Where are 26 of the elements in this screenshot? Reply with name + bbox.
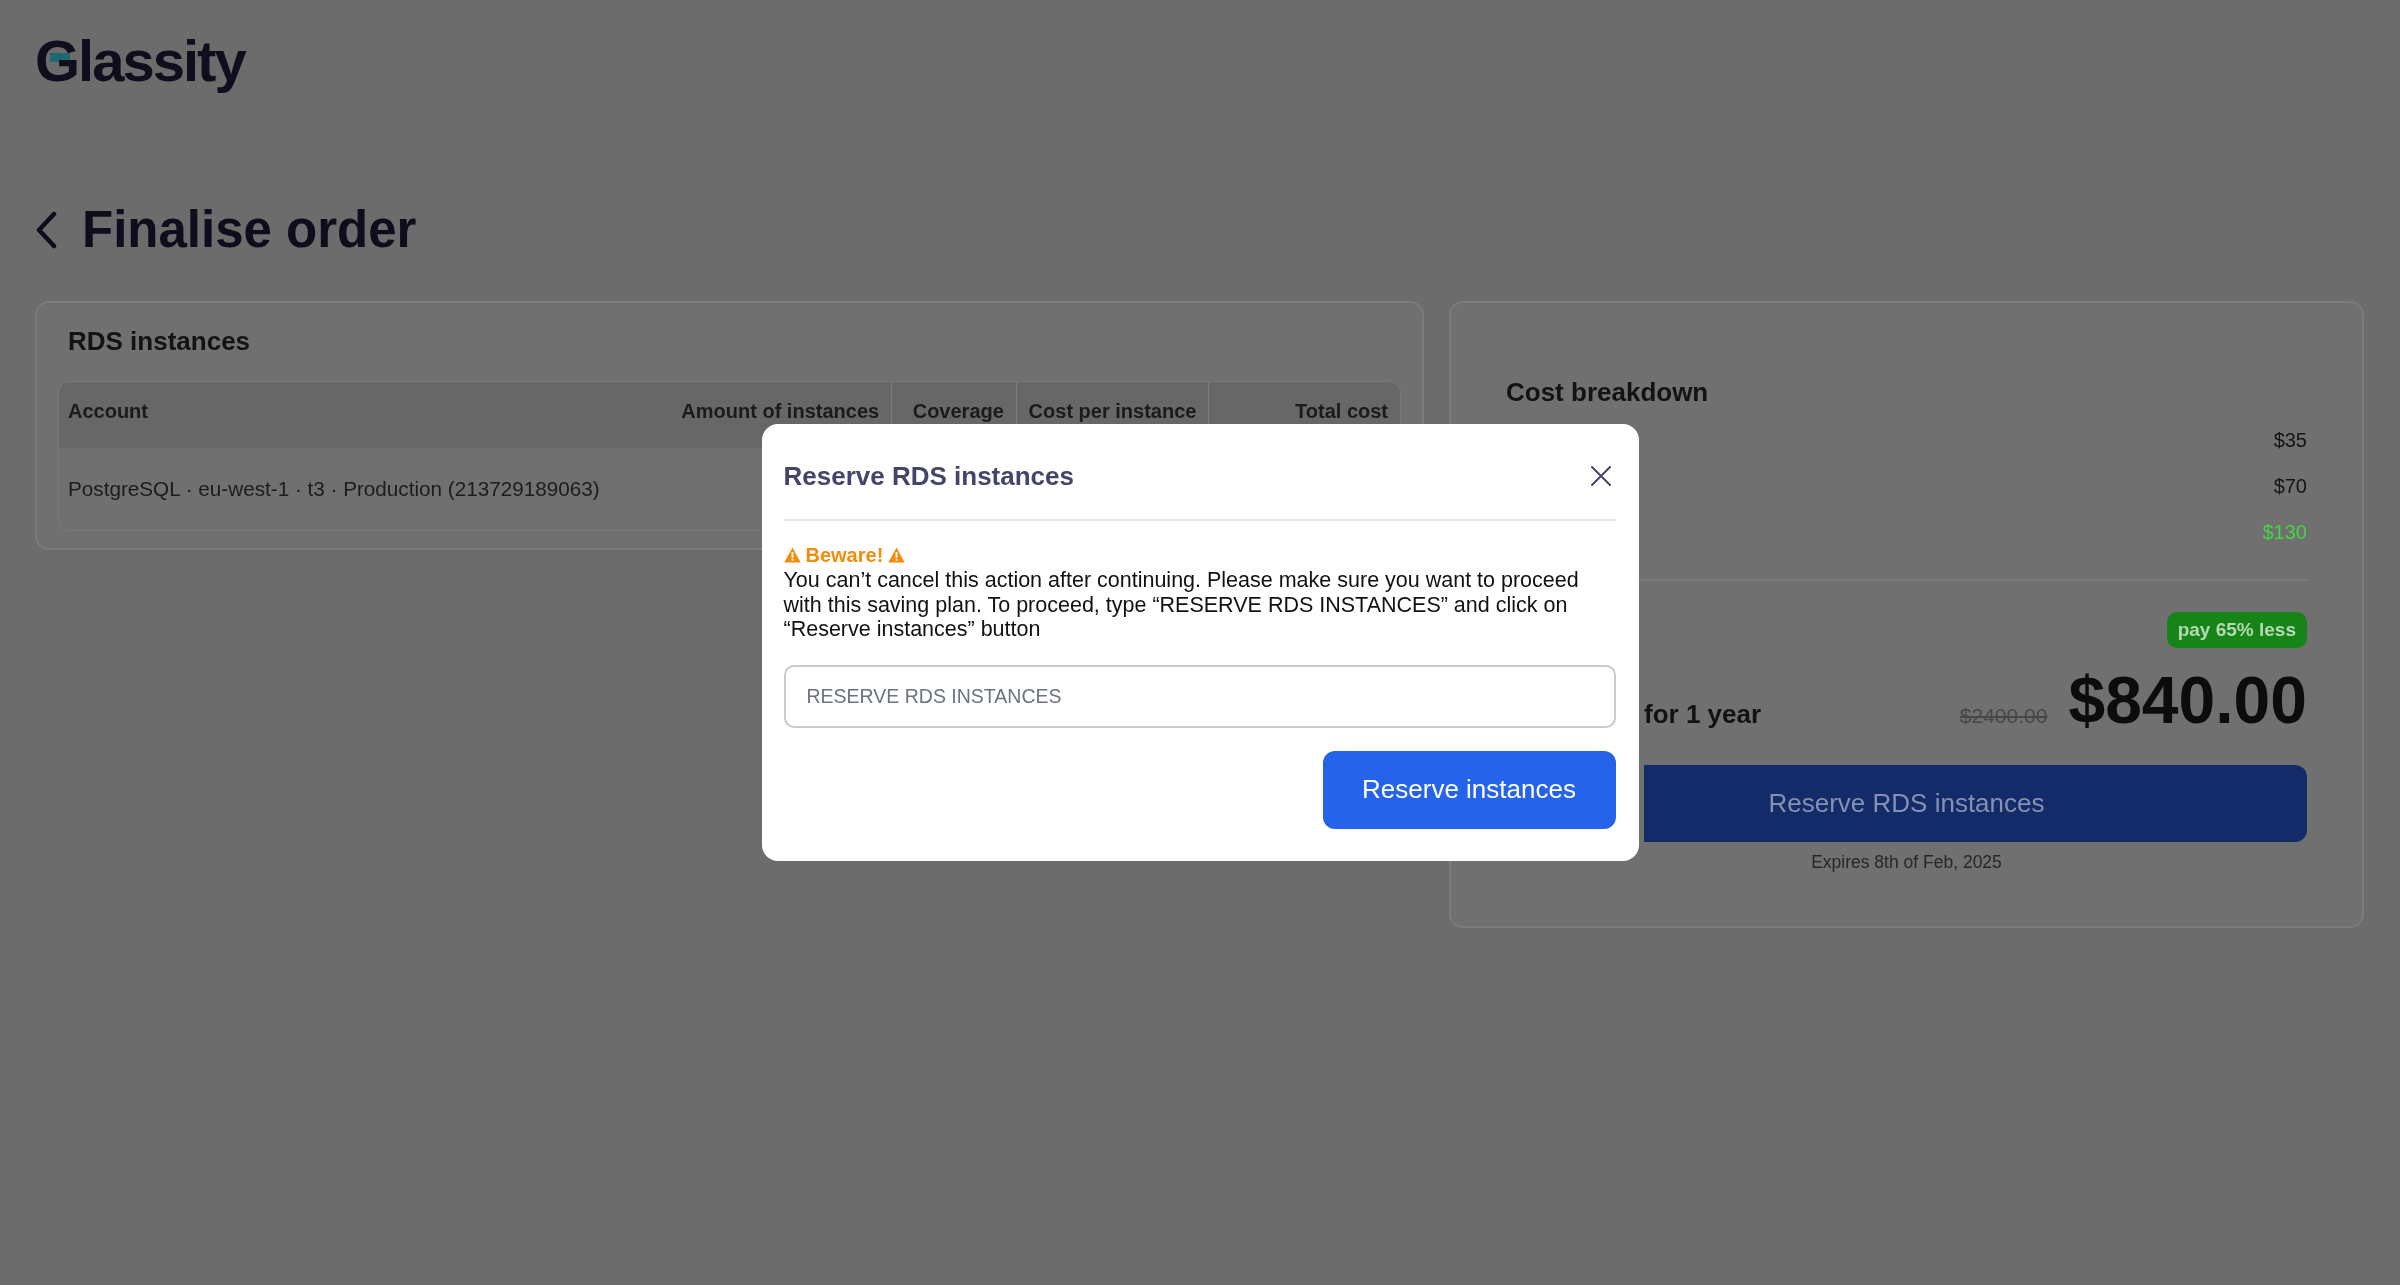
section-title: RDS instances <box>68 325 252 357</box>
section-title: Cost breakdown <box>1506 376 1709 408</box>
confirm-input[interactable]: RESERVE RDS INSTANCES <box>783 664 1616 728</box>
cost-value: $70 <box>2273 474 2307 498</box>
column-header: Cost per instance <box>1028 399 1197 423</box>
page-title: Finalise order <box>82 200 417 260</box>
close-icon[interactable] <box>1590 466 1611 487</box>
chevron-left-icon[interactable] <box>35 211 57 249</box>
modal-title: Reserve RDS instances <box>783 460 1074 494</box>
column-header: Account <box>68 399 148 423</box>
warning-icon <box>783 547 801 564</box>
warning-icon <box>888 547 906 564</box>
total-price: $840.00 <box>2068 665 2307 735</box>
reserve-instances-button[interactable]: Reserve instances <box>1322 750 1616 829</box>
period-label: for 1 year <box>1644 698 1762 730</box>
cost-value: $35 <box>2273 428 2307 452</box>
warning-title: Beware! <box>805 545 884 566</box>
column-header: Total cost <box>1295 399 1388 423</box>
reserve-button[interactable]: Reserve RDS instances <box>1644 765 2307 842</box>
table-cell-text: PostgreSQL · eu-west-1 · t3 · Production (213729189063) <box>67 477 600 501</box>
expiry-text: Expires 8th of Feb, 2025 <box>1811 852 2002 872</box>
warning-message: You can’t cancel this action after continuing. Please make sure you want to proceed with this saving plan. To proceed, type “RESERVE RDS INSTANCES” and click on “Reserve instances” button <box>783 568 1580 642</box>
column-header: Coverage <box>912 399 1004 423</box>
discount-badge: pay 65% less <box>2166 612 2307 648</box>
cost-value: $130 <box>2262 520 2307 544</box>
column-header: Amount of instances <box>681 399 880 423</box>
